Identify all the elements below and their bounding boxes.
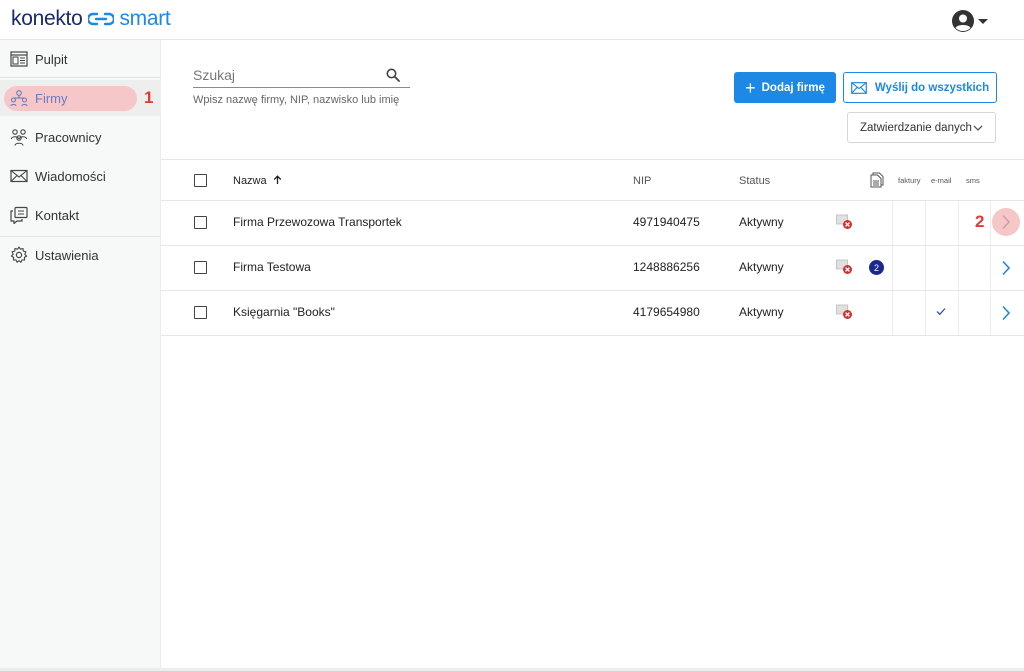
divider: [892, 291, 893, 335]
unverified-icon: [836, 304, 852, 319]
unverified-icon: [836, 214, 852, 229]
gear-icon: [10, 246, 28, 263]
table-header: Nazwa NIP Status faktury e-mail sms: [161, 159, 1024, 201]
send-to-all-label: Wyślij do wszystkich: [874, 81, 990, 94]
unverified-icon: [836, 259, 852, 274]
divider: [925, 291, 926, 335]
chevron-right-icon: [1002, 305, 1011, 321]
select-all-checkbox[interactable]: [194, 174, 207, 187]
app-logo[interactable]: konekto smart: [11, 7, 171, 31]
link-icon: [88, 12, 115, 26]
employees-icon: [10, 129, 28, 146]
search-box: Wpisz nazwę firmy, NIP, nazwisko lub imi…: [193, 63, 410, 106]
table-row[interactable]: Firma Przewozowa Transportek 4971940475 …: [161, 201, 1024, 246]
step-number-badge: 2: [975, 212, 985, 231]
search-hint: Wpisz nazwę firmy, NIP, nazwisko lub imi…: [193, 94, 400, 106]
divider: [925, 246, 926, 290]
sidebar-item-label: Pracownicy: [35, 129, 102, 145]
open-company-button[interactable]: [992, 254, 1020, 282]
sidebar-item-firmy[interactable]: Firmy 1: [0, 80, 161, 116]
divider: [958, 291, 959, 335]
chevron-right-icon: [1002, 260, 1011, 276]
company-name: Firma Przewozowa Transportek: [233, 215, 402, 229]
column-header-nip: NIP: [633, 175, 652, 187]
envelope-icon: [851, 81, 867, 94]
user-avatar-icon: [952, 10, 974, 32]
logo-brand: konekto: [11, 7, 83, 30]
chevron-down-icon: [978, 18, 988, 24]
sidebar-item-label: Firmy: [35, 90, 68, 106]
open-company-button[interactable]: [992, 208, 1020, 236]
column-header-email: e-mail: [931, 176, 952, 185]
company-nip: 1248886256: [633, 260, 700, 274]
column-header-sms: sms: [966, 176, 980, 185]
companies-icon: [10, 90, 28, 107]
logo-product: smart: [119, 7, 171, 30]
company-status: Aktywny: [739, 260, 784, 274]
dashboard-icon: [10, 51, 28, 67]
divider: [0, 77, 161, 78]
search-input[interactable]: [193, 63, 410, 88]
divider: [925, 201, 926, 245]
divider: [990, 246, 991, 290]
top-bar: konekto smart: [0, 0, 1024, 40]
company-status: Aktywny: [739, 215, 784, 229]
sidebar-item-label: Wiadomości: [35, 168, 106, 184]
sidebar-item-label: Pulpit: [35, 51, 68, 67]
company-name: Księgarnia "Books": [233, 305, 335, 319]
sidebar: Pulpit Firmy 1 Pracownicy Wiadomości Kon…: [0, 40, 161, 671]
send-to-all-button[interactable]: Wyślij do wszystkich: [843, 72, 997, 103]
sidebar-item-pracownicy[interactable]: Pracownicy: [0, 119, 161, 155]
divider: [892, 201, 893, 245]
table-row[interactable]: Firma Testowa 1248886256 Aktywny 2: [161, 246, 1024, 291]
divider: [958, 201, 959, 245]
chevron-down-icon: [973, 125, 983, 131]
sidebar-item-label: Kontakt: [35, 207, 80, 223]
open-company-button[interactable]: [992, 299, 1020, 327]
company-nip: 4971940475: [633, 215, 700, 229]
table-row[interactable]: Księgarnia "Books" 4179654980 Aktywny: [161, 291, 1024, 336]
sort-ascending-icon: [273, 175, 281, 184]
company-nip: 4179654980: [633, 305, 700, 319]
filter-select[interactable]: Zatwierdzanie danych: [847, 112, 996, 143]
add-company-button[interactable]: + Dodaj firmę: [734, 72, 836, 103]
sidebar-item-pulpit[interactable]: Pulpit: [0, 41, 161, 77]
sidebar-item-ustawienia[interactable]: Ustawienia: [0, 237, 161, 273]
sidebar-item-wiadomosci[interactable]: Wiadomości: [0, 158, 161, 194]
contact-icon: [10, 206, 28, 224]
plus-icon: +: [745, 77, 756, 98]
filter-select-value: Zatwierdzanie danych: [860, 121, 972, 134]
divider: [990, 291, 991, 335]
documents-icon: [870, 172, 884, 188]
row-checkbox[interactable]: [194, 261, 207, 274]
document-count-badge[interactable]: 2: [869, 260, 884, 275]
divider: [958, 246, 959, 290]
column-header-status: Status: [739, 175, 771, 187]
row-checkbox[interactable]: [194, 216, 207, 229]
email-sent-check-icon: [936, 308, 946, 316]
mail-icon: [10, 169, 28, 183]
row-checkbox[interactable]: [194, 306, 207, 319]
divider: [892, 246, 893, 290]
company-name: Firma Testowa: [233, 260, 311, 274]
search-icon[interactable]: [386, 68, 400, 82]
sidebar-item-kontakt[interactable]: Kontakt: [0, 197, 161, 233]
chevron-right-icon: [1002, 214, 1011, 230]
add-company-label: Dodaj firmę: [761, 81, 825, 94]
company-status: Aktywny: [739, 305, 784, 319]
step-number-badge: 1: [144, 88, 154, 107]
column-header-name[interactable]: Nazwa: [233, 175, 282, 187]
divider: [990, 201, 991, 245]
column-header-invoices: faktury: [898, 176, 921, 185]
account-menu[interactable]: [951, 8, 993, 34]
sidebar-item-label: Ustawienia: [35, 247, 99, 263]
